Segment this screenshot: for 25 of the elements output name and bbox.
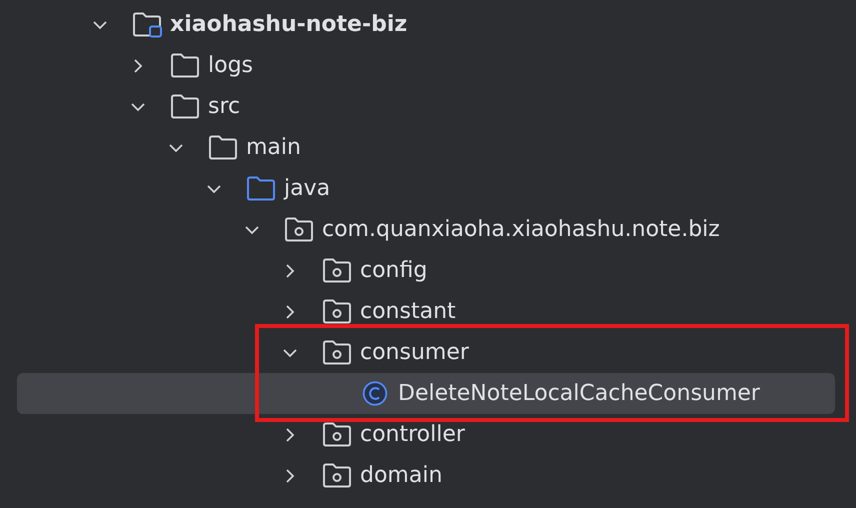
package-folder-icon	[322, 339, 352, 366]
folder-icon	[170, 52, 200, 79]
class-icon	[360, 380, 390, 407]
package-folder-icon	[284, 216, 314, 243]
folder-name: config	[360, 258, 428, 283]
folder-name: domain	[360, 463, 442, 488]
folder-name: consumer	[360, 340, 469, 365]
folder-name: main	[246, 135, 301, 160]
package-folder-icon	[322, 257, 352, 284]
folder-icon	[132, 11, 162, 38]
folder-name: constant	[360, 299, 456, 324]
folder-name: xiaohashu-note-biz	[170, 12, 408, 37]
package-folder-icon	[322, 462, 352, 489]
folder-icon	[170, 93, 200, 120]
folder-name: src	[208, 94, 240, 119]
package-folder-icon	[322, 298, 352, 325]
package-folder-icon	[322, 421, 352, 448]
folder-name: java	[284, 176, 330, 201]
folder-name: com.quanxiaoha.xiaohashu.note.biz	[322, 217, 720, 242]
folder-icon	[208, 134, 238, 161]
folder-name: controller	[360, 422, 465, 447]
folder-name: logs	[208, 53, 253, 78]
class-name: DeleteNoteLocalCacheConsumer	[398, 381, 760, 406]
folder-icon	[246, 175, 276, 202]
selected-tree-row[interactable]: DeleteNoteLocalCacheConsumer	[17, 373, 835, 414]
